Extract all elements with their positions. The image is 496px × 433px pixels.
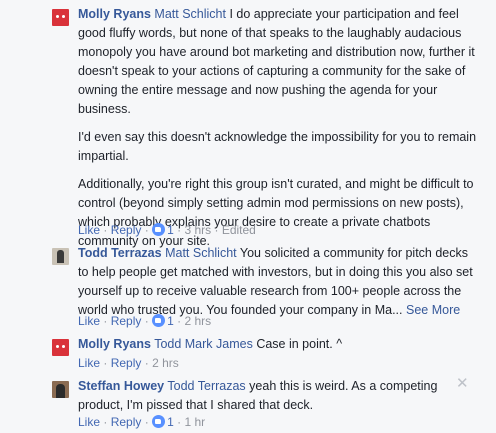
comment-actions: Like · Reply · 1 · 2 hrs xyxy=(78,314,212,328)
comment-text: I do appreciate your participation and f… xyxy=(78,7,475,116)
comment-paragraph: Molly Ryans Matt Schlicht I do appreciat… xyxy=(78,5,478,119)
comment-actions: Like · Reply · 1 · 1 hr xyxy=(78,415,206,429)
edited-label[interactable]: Edited xyxy=(222,223,256,237)
like-button[interactable]: Like xyxy=(78,356,100,370)
comment-text: Case in point. ^ xyxy=(252,337,343,351)
reply-button[interactable]: Reply xyxy=(111,223,142,237)
thumbs-up-icon xyxy=(152,223,166,236)
reply-button[interactable]: Reply xyxy=(111,314,142,328)
like-count[interactable]: 1 xyxy=(167,314,174,328)
comment-paragraph: Additionally, you're right this group is… xyxy=(78,177,474,248)
comment-actions: Like · Reply · 1 · 3 hrs · Edited xyxy=(78,223,256,237)
timestamp[interactable]: 2 hrs xyxy=(152,356,179,370)
like-count[interactable]: 1 xyxy=(167,415,174,429)
author-name[interactable]: Molly Ryans xyxy=(78,7,151,21)
mention-link[interactable]: Todd Terrazas xyxy=(167,379,245,393)
see-more-link[interactable]: See More xyxy=(406,303,460,317)
timestamp[interactable]: 1 hr xyxy=(184,415,205,429)
avatar[interactable] xyxy=(52,9,69,26)
mention-link[interactable]: Todd Mark James xyxy=(154,337,253,351)
mention-link[interactable]: Matt Schlicht xyxy=(165,246,237,260)
like-button[interactable]: Like xyxy=(78,415,100,429)
like-button[interactable]: Like xyxy=(78,223,100,237)
comment-paragraph: I'd even say this doesn't acknowledge th… xyxy=(78,130,477,163)
like-button[interactable]: Like xyxy=(78,314,100,328)
timestamp[interactable]: 3 hrs xyxy=(184,223,211,237)
comment-body: Molly Ryans Matt Schlicht I do appreciat… xyxy=(78,5,478,251)
author-name[interactable]: Todd Terrazas xyxy=(78,246,162,260)
reply-button[interactable]: Reply xyxy=(111,415,142,429)
avatar[interactable] xyxy=(52,339,69,356)
comment-actions: Like · Reply · 2 hrs xyxy=(78,356,179,370)
timestamp[interactable]: 2 hrs xyxy=(184,314,211,328)
comment-body: Steffan Howey Todd Terrazas yeah this is… xyxy=(78,377,478,415)
like-count[interactable]: 1 xyxy=(167,223,174,237)
avatar[interactable] xyxy=(52,248,69,265)
close-icon[interactable]: ✕ xyxy=(456,376,469,391)
comment-paragraph: Steffan Howey Todd Terrazas yeah this is… xyxy=(78,377,478,415)
author-name[interactable]: Steffan Howey xyxy=(78,379,164,393)
thumbs-up-icon xyxy=(152,314,166,327)
author-name[interactable]: Molly Ryans xyxy=(78,337,151,351)
comment-paragraph: Molly Ryans Todd Mark James Case in poin… xyxy=(78,335,478,354)
reply-button[interactable]: Reply xyxy=(111,356,142,370)
comment-body: Todd Terrazas Matt Schlicht You solicite… xyxy=(78,244,478,320)
comment-body: Molly Ryans Todd Mark James Case in poin… xyxy=(78,335,478,354)
thumbs-up-icon xyxy=(152,415,166,428)
comment-paragraph: Todd Terrazas Matt Schlicht You solicite… xyxy=(78,244,478,320)
avatar[interactable] xyxy=(52,381,69,398)
mention-link[interactable]: Matt Schlicht xyxy=(154,7,226,21)
